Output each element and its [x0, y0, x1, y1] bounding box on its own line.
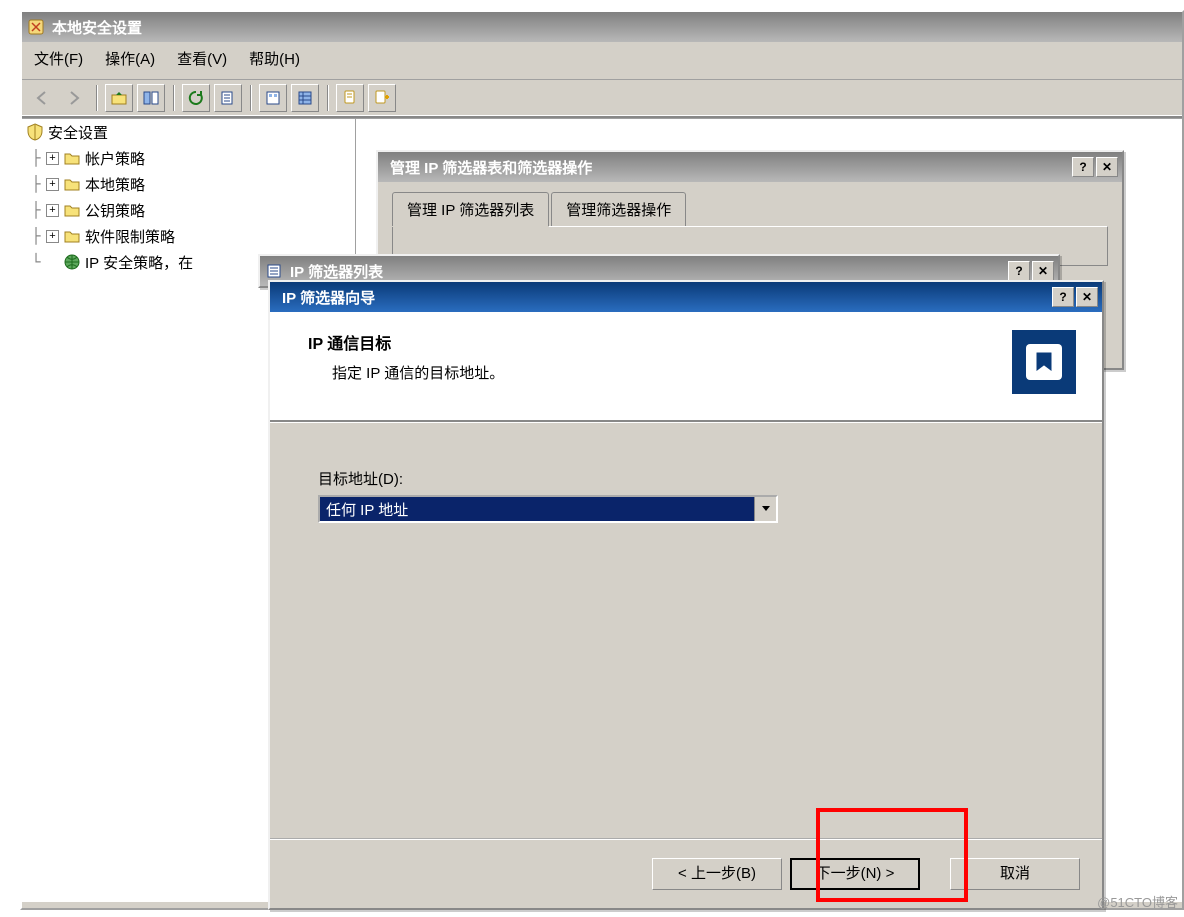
tree-item[interactable]: ├+ 本地策略 — [22, 171, 355, 197]
wizard-heading: IP 通信目标 — [308, 330, 1012, 354]
dialog-titlebar[interactable]: 管理 IP 筛选器表和筛选器操作 ? ✕ — [378, 152, 1122, 182]
menu-help[interactable]: 帮助(H) — [249, 48, 300, 69]
refresh-icon[interactable] — [182, 84, 210, 112]
shield-icon — [26, 123, 44, 141]
folder-icon — [63, 175, 81, 193]
expand-icon[interactable]: + — [46, 230, 59, 243]
window-title: 本地安全设置 — [52, 17, 1178, 38]
next-button[interactable]: 下一步(N) > — [790, 858, 920, 890]
wizard-body: 目标地址(D): 任何 IP 地址 — [270, 422, 1102, 551]
tab-filter-lists[interactable]: 管理 IP 筛选器列表 — [392, 192, 549, 226]
list-icon — [264, 261, 284, 281]
details-view-icon[interactable] — [291, 84, 319, 112]
menu-bar: 文件(F) 操作(A) 查看(V) 帮助(H) — [22, 42, 1182, 80]
dialog-title: IP 筛选器列表 — [290, 261, 1008, 282]
close-button[interactable]: ✕ — [1032, 261, 1054, 281]
back-button[interactable]: < 上一步(B) — [652, 858, 782, 890]
new-policy-icon[interactable] — [368, 84, 396, 112]
dest-address-dropdown[interactable]: 任何 IP 地址 — [318, 495, 778, 523]
wizard-footer: < 上一步(B) 下一步(N) > 取消 — [270, 838, 1102, 908]
properties-icon[interactable] — [259, 84, 287, 112]
close-button[interactable]: ✕ — [1076, 287, 1098, 307]
nav-forward-icon — [60, 84, 88, 112]
expand-icon[interactable]: + — [46, 204, 59, 217]
tree-item-label: IP 安全策略，在 — [85, 252, 193, 273]
tree-root-label: 安全设置 — [48, 122, 108, 143]
window-titlebar[interactable]: 本地安全设置 — [22, 12, 1182, 42]
tree-item-label: 公钥策略 — [85, 200, 145, 221]
tree-item[interactable]: ├+ 公钥策略 — [22, 197, 355, 223]
dest-address-value: 任何 IP 地址 — [320, 497, 754, 521]
assign-policy-icon[interactable] — [336, 84, 364, 112]
expand-icon[interactable]: + — [46, 152, 59, 165]
nav-back-icon — [28, 84, 56, 112]
watermark: @51CTO博客 — [1097, 892, 1178, 911]
tree-root[interactable]: 安全设置 — [22, 119, 355, 145]
export-list-icon[interactable] — [214, 84, 242, 112]
wizard-header: IP 通信目标 指定 IP 通信的目标地址。 — [270, 312, 1102, 422]
dialog-title: IP 筛选器向导 — [274, 287, 1052, 308]
ipsec-icon — [63, 253, 81, 271]
menu-file[interactable]: 文件(F) — [34, 48, 83, 69]
dest-address-label: 目标地址(D): — [318, 468, 1054, 489]
dialog-titlebar[interactable]: IP 筛选器向导 ? ✕ — [270, 282, 1102, 312]
toolbar — [22, 80, 1182, 118]
tree-item-label: 本地策略 — [85, 174, 145, 195]
help-button[interactable]: ? — [1052, 287, 1074, 307]
dialog-title: 管理 IP 筛选器表和筛选器操作 — [382, 157, 1072, 178]
show-hide-tree-icon[interactable] — [137, 84, 165, 112]
tree-item-label: 软件限制策略 — [85, 226, 175, 247]
dialog-ip-filter-wizard: IP 筛选器向导 ? ✕ IP 通信目标 指定 IP 通信的目标地址。 目标地址… — [268, 280, 1104, 910]
menu-action[interactable]: 操作(A) — [105, 48, 155, 69]
wizard-banner-icon — [1012, 330, 1076, 394]
help-button[interactable]: ? — [1008, 261, 1030, 281]
tree-item[interactable]: ├+ 帐户策略 — [22, 145, 355, 171]
tab-filter-actions[interactable]: 管理筛选器操作 — [551, 192, 686, 226]
folder-icon — [63, 227, 81, 245]
tab-strip: 管理 IP 筛选器列表 管理筛选器操作 — [378, 182, 1122, 226]
folder-icon — [63, 201, 81, 219]
tree-item-label: 帐户策略 — [85, 148, 145, 169]
up-folder-icon[interactable] — [105, 84, 133, 112]
cancel-button[interactable]: 取消 — [950, 858, 1080, 890]
tree-item[interactable]: ├+ 软件限制策略 — [22, 223, 355, 249]
wizard-subheading: 指定 IP 通信的目标地址。 — [308, 362, 1012, 383]
expand-icon[interactable]: + — [46, 178, 59, 191]
menu-view[interactable]: 查看(V) — [177, 48, 227, 69]
dropdown-arrow-icon[interactable] — [754, 497, 776, 521]
close-button[interactable]: ✕ — [1096, 157, 1118, 177]
app-icon — [26, 17, 46, 37]
help-button[interactable]: ? — [1072, 157, 1094, 177]
folder-icon — [63, 149, 81, 167]
